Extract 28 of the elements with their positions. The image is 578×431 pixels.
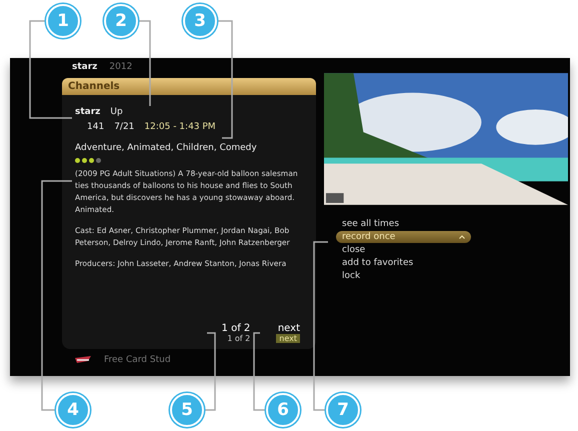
next-caption: next bbox=[278, 323, 300, 334]
callout-badge: 2 bbox=[104, 4, 138, 38]
callout-badge: 6 bbox=[266, 393, 300, 427]
year-text: 2012 bbox=[109, 62, 132, 72]
network-logo: starz bbox=[75, 107, 100, 117]
menu-item[interactable]: see all times bbox=[336, 218, 471, 230]
next-program-title: Free Card Stud bbox=[104, 355, 171, 365]
menu-item[interactable]: close bbox=[336, 244, 471, 256]
air-date: 7/21 bbox=[114, 122, 134, 132]
genres-text: Adventure, Animated, Children, Comedy bbox=[75, 143, 258, 153]
page-caption: 1 of 2 bbox=[222, 323, 250, 334]
menu-item[interactable]: lock bbox=[336, 270, 471, 282]
menu-item[interactable]: record once bbox=[336, 231, 471, 243]
caret-icon bbox=[459, 235, 465, 239]
menu-item[interactable]: add to favorites bbox=[336, 257, 471, 269]
channels-bar: Channels bbox=[62, 78, 316, 95]
callout-badge: 1 bbox=[46, 4, 80, 38]
channel-number: 141 bbox=[87, 122, 104, 132]
page-indicator: 1 of 2 bbox=[227, 334, 250, 343]
callout-badge: 4 bbox=[56, 393, 90, 427]
game-logo-icon bbox=[74, 355, 92, 365]
next-button[interactable]: next bbox=[276, 334, 300, 343]
program-title: Up bbox=[110, 107, 123, 117]
callout-badge: 7 bbox=[326, 393, 360, 427]
callout-badge: 5 bbox=[170, 393, 204, 427]
channel-logo: starz bbox=[72, 62, 98, 72]
callout-badge: 3 bbox=[183, 4, 217, 38]
air-time: 12:05 - 1:43 PM bbox=[144, 122, 216, 132]
